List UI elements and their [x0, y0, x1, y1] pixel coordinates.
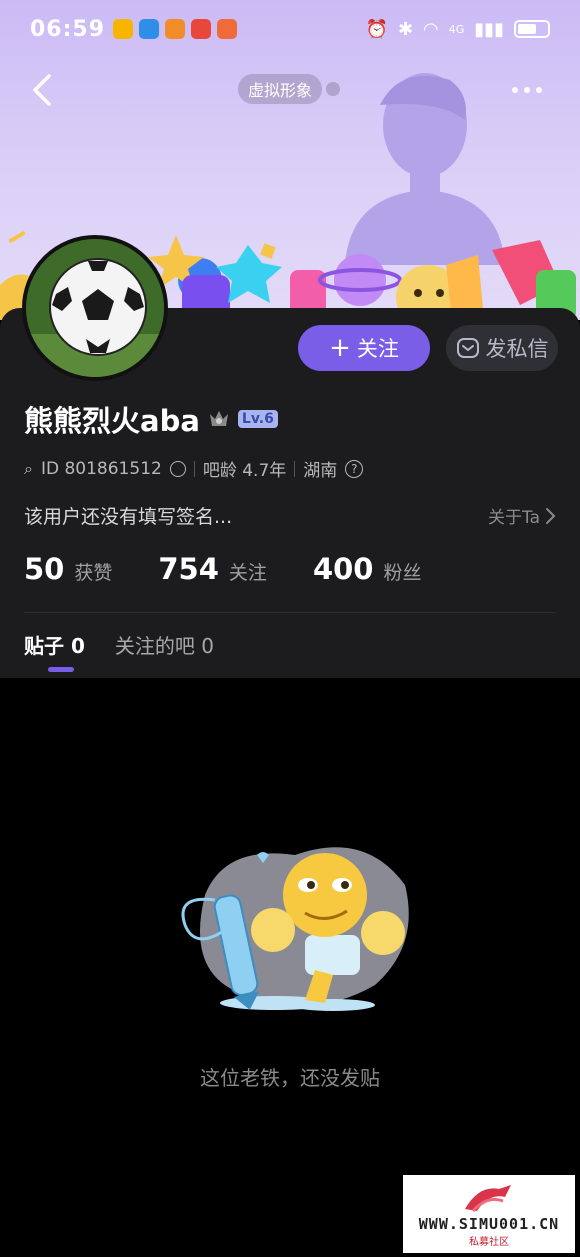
copy-icon[interactable] — [169, 460, 186, 477]
username-row: 熊熊烈火aba Lv.6 — [24, 398, 278, 440]
notification-icons — [113, 19, 238, 39]
crown-icon — [209, 411, 228, 426]
wifi-icon: ◠ — [423, 18, 439, 40]
private-message-button[interactable]: 发私信 — [446, 325, 558, 371]
stat-fans[interactable]: 400 粉丝 — [313, 552, 422, 586]
stat-following[interactable]: 754 关注 — [158, 552, 267, 586]
bar-age: 吧龄 4.7年 — [202, 461, 287, 481]
divider — [294, 460, 296, 477]
battery-icon — [514, 20, 550, 38]
stat-value: 754 — [158, 552, 219, 586]
back-button[interactable] — [22, 70, 62, 110]
message-icon — [456, 338, 479, 358]
virtual-avatar-label: 虚拟形象 — [248, 81, 313, 100]
level-badge[interactable]: Lv.6 — [237, 410, 278, 428]
assistant-icon — [191, 19, 212, 39]
help-icon[interactable]: ? — [345, 459, 364, 478]
reader-icon — [217, 19, 238, 39]
stat-label: 关注 — [228, 562, 267, 584]
active-tab-indicator — [48, 667, 74, 672]
follow-button[interactable]: + 关注 — [298, 325, 430, 371]
content-tabs: 贴子 0 关注的吧 0 — [24, 630, 214, 659]
stat-likes[interactable]: 50 获赞 — [24, 552, 112, 586]
section-divider — [24, 612, 556, 613]
about-link[interactable]: 关于Ta — [488, 503, 556, 528]
signal-icon: ▮▮▮ — [474, 18, 504, 40]
location: 湖南 — [303, 461, 338, 481]
telecom-icon — [139, 19, 160, 39]
status-right: ⏰ ✱ ◠ 4G ▮▮▮ — [366, 19, 550, 40]
more-dot-icon — [512, 87, 518, 93]
message-label: 发私信 — [485, 337, 549, 361]
user-meta-row: ⌕ ID 801861512 吧龄 4.7年 湖南 ? — [24, 456, 364, 481]
follow-label: 关注 — [356, 337, 399, 361]
bio-row: 该用户还没有填写签名... 关于Ta — [24, 502, 556, 529]
chevron-right-icon — [546, 507, 556, 524]
status-bar: 06:59 ⏰ ✱ ◠ 4G ▮▮▮ — [0, 0, 580, 58]
plus-icon: + — [329, 333, 351, 363]
username: 熊熊烈火aba — [24, 404, 200, 438]
stat-label: 粉丝 — [383, 562, 422, 584]
chip-dot — [326, 82, 340, 96]
stat-label: 获赞 — [74, 562, 113, 584]
cheerleader-emoji-icon — [181, 847, 409, 1011]
watermark: WWW.SIMU001.CN 私募社区 — [403, 1175, 575, 1253]
bio-text: 该用户还没有填写签名... — [24, 506, 233, 528]
divider — [193, 460, 195, 477]
more-button[interactable] — [512, 78, 552, 102]
soccer-ball-avatar-icon — [26, 239, 164, 377]
chevron-left-icon — [33, 74, 51, 106]
simu-logo-icon — [465, 1184, 511, 1212]
stat-value: 400 — [312, 552, 374, 586]
bluetooth-icon: ✱ — [397, 18, 414, 40]
virtual-avatar-chip[interactable]: 虚拟形象 — [238, 74, 323, 104]
tab-followed-bars[interactable]: 关注的吧 0 — [115, 630, 214, 659]
watermark-text: WWW.SIMU001.CN — [418, 1214, 560, 1233]
more-dot-icon — [536, 87, 542, 93]
tab-posts[interactable]: 贴子 0 — [24, 630, 85, 659]
stats-row: 50 获赞 754 关注 400 粉丝 — [24, 552, 468, 586]
about-label: 关于Ta — [488, 508, 540, 528]
weibo-icon — [113, 19, 134, 39]
alarm-icon: ⏰ — [365, 18, 388, 40]
empty-state-message: 这位老铁，还没发贴 — [200, 1066, 380, 1090]
user-avatar[interactable] — [22, 235, 168, 381]
search-icon: ⌕ — [24, 458, 33, 478]
stat-value: 50 — [24, 552, 65, 586]
video-icon — [165, 19, 186, 39]
watermark-subtext: 私募社区 — [469, 1236, 509, 1248]
status-time: 06:59 — [30, 16, 106, 42]
network-label: 4G — [448, 22, 465, 36]
user-id: ID 801861512 — [40, 458, 162, 479]
more-dot-icon — [524, 87, 530, 93]
